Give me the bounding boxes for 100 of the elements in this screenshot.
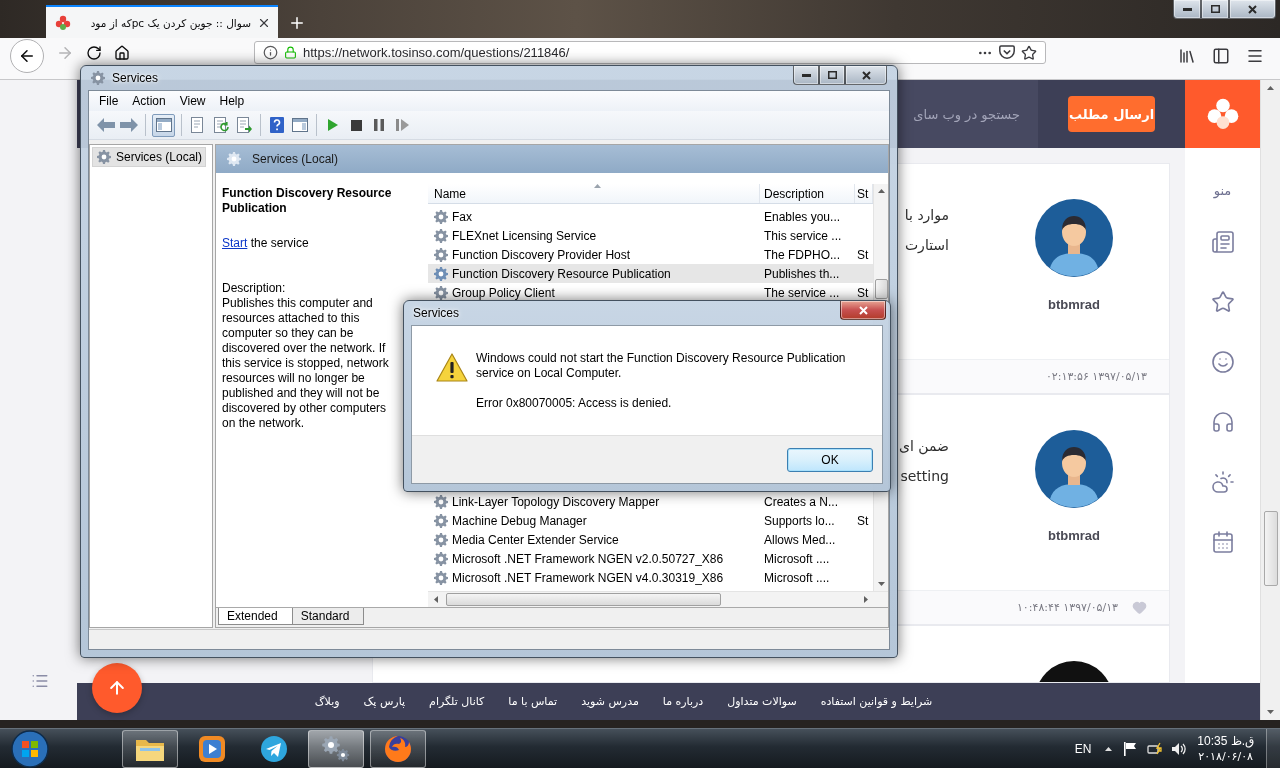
- service-row[interactable]: Microsoft .NET Framework NGEN v2.0.50727_X86 Microsoft ....: [428, 549, 873, 568]
- clock-time[interactable]: ق.ظ 10:35: [1197, 732, 1254, 749]
- lock-icon[interactable]: [284, 46, 297, 59]
- star-icon[interactable]: [1021, 44, 1037, 61]
- toggle-button[interactable]: [152, 113, 175, 137]
- chevron-shield-icon[interactable]: [999, 45, 1015, 60]
- menu-item[interactable]: View: [173, 94, 214, 108]
- service-row[interactable]: Function Discovery Resource Publication Publishes th...: [428, 264, 873, 283]
- caret-right-icon[interactable]: [864, 596, 868, 603]
- info-icon[interactable]: [263, 45, 278, 60]
- gear-icon: [433, 569, 449, 586]
- show-desktop-button[interactable]: [1266, 728, 1280, 768]
- maximize-button[interactable]: [819, 66, 845, 85]
- caret-down-icon[interactable]: [877, 582, 885, 586]
- back-button[interactable]: [10, 39, 44, 73]
- service-row[interactable]: Machine Debug Manager Supports lo... St: [428, 511, 873, 530]
- gear-icon: [96, 149, 112, 165]
- clock-date[interactable]: ۲۰۱۸/۰۶/۰۸: [1198, 748, 1253, 765]
- table-cell-text: The service ...: [763, 285, 841, 300]
- start-link[interactable]: Start: [222, 236, 248, 250]
- plus-icon[interactable]: [288, 14, 306, 32]
- author-name[interactable]: btbmrad: [1048, 297, 1100, 312]
- flag-icon[interactable]: [1124, 741, 1138, 756]
- stop-icon[interactable]: [350, 119, 362, 131]
- taskbar-button[interactable]: [122, 729, 178, 768]
- view-tab[interactable]: Extended: [218, 608, 293, 625]
- paper-plane-icon: [260, 734, 288, 763]
- service-row[interactable]: Media Center Extender Service Allows Med...: [428, 530, 873, 549]
- service-name: Fax: [452, 209, 472, 224]
- footer-link[interactable]: تماس با ما: [508, 695, 558, 708]
- address-bar[interactable]: https://network.tosinso.com/questions/211846/: [254, 41, 1046, 64]
- help-icon[interactable]: [270, 117, 284, 133]
- service-row[interactable]: Group Policy Client The service ... St: [428, 283, 873, 302]
- close-button[interactable]: [845, 66, 887, 85]
- star-icon[interactable]: [1210, 290, 1235, 314]
- windows-start-icon[interactable]: [11, 729, 49, 768]
- library-icon[interactable]: [1178, 47, 1196, 65]
- scrollbar-thumb[interactable]: [874, 279, 888, 299]
- document-icon[interactable]: [190, 117, 206, 133]
- footer-link[interactable]: کانال تلگرام: [429, 695, 485, 708]
- footer-link[interactable]: مدرس شوید: [581, 695, 639, 708]
- horizontal-scrollbar[interactable]: [428, 591, 888, 607]
- arrow-left-icon[interactable]: [97, 118, 115, 132]
- caret-up-icon[interactable]: [1105, 746, 1113, 751]
- play-icon[interactable]: [328, 119, 338, 131]
- menu-icon[interactable]: [1246, 47, 1264, 65]
- menu-item[interactable]: Help: [213, 94, 253, 108]
- browser-tab[interactable]: سوال :: جوین کردن یک pcکه از مود: [46, 5, 278, 38]
- home-icon[interactable]: [114, 44, 130, 61]
- service-row[interactable]: Fax Enables you...: [428, 207, 873, 226]
- plug-icon[interactable]: [1147, 741, 1164, 756]
- refresh-icon[interactable]: [213, 117, 229, 133]
- service-row[interactable]: Function Discovery Provider Host The FDPHO... St: [428, 245, 873, 264]
- close-button[interactable]: [840, 301, 886, 320]
- caret-down-icon[interactable]: [1267, 710, 1274, 714]
- ok-button[interactable]: OK: [787, 447, 873, 472]
- calendar-icon[interactable]: [1210, 530, 1235, 554]
- footer-link[interactable]: شرایط و قوانین استفاده: [820, 695, 933, 708]
- page-scrollbar[interactable]: [1260, 80, 1280, 720]
- menu-label[interactable]: منو: [1213, 181, 1232, 201]
- maximize-button[interactable]: [1201, 0, 1229, 19]
- panel-icon[interactable]: [292, 118, 308, 132]
- caret-left-icon[interactable]: [434, 596, 438, 603]
- footer-link[interactable]: وبلاگ: [314, 695, 340, 708]
- list-icon[interactable]: [31, 672, 49, 690]
- caret-up-icon[interactable]: [877, 189, 885, 193]
- view-tab[interactable]: Standard: [291, 608, 365, 625]
- footer-link[interactable]: پارس پک: [363, 695, 406, 708]
- headphones-icon[interactable]: [1210, 410, 1235, 434]
- sidebar-icon[interactable]: [1212, 47, 1230, 65]
- resume-icon[interactable]: [395, 119, 409, 131]
- reload-icon[interactable]: [86, 44, 102, 61]
- minimize-button[interactable]: [793, 66, 819, 85]
- scrollbar-thumb[interactable]: [1263, 511, 1278, 586]
- cloud-sun-icon[interactable]: [1210, 470, 1235, 494]
- taskbar-button[interactable]: [370, 729, 426, 768]
- footer-link[interactable]: سوالات متداول: [727, 695, 797, 708]
- caret-up-icon[interactable]: [1267, 86, 1274, 90]
- search-field[interactable]: جستجو در وب سای: [898, 80, 1038, 148]
- service-row[interactable]: FLEXnet Licensing Service This service ...: [428, 226, 873, 245]
- column-header[interactable]: Name: [428, 184, 760, 203]
- export-icon[interactable]: [236, 117, 252, 133]
- service-row[interactable]: Microsoft .NET Framework NGEN v4.0.30319_X86 Microsoft ....: [428, 568, 873, 587]
- scrollbar-thumb[interactable]: [446, 593, 721, 606]
- arrow-right-icon[interactable]: [120, 118, 138, 132]
- service-row[interactable]: Link-Layer Topology Discovery Mapper Creates a N...: [428, 492, 873, 511]
- minimize-button[interactable]: [1173, 0, 1201, 19]
- menu-item[interactable]: File: [93, 94, 127, 108]
- pause-icon[interactable]: [374, 119, 384, 131]
- speaker-icon[interactable]: [1171, 741, 1188, 756]
- smiley-icon[interactable]: [1210, 350, 1235, 374]
- column-header[interactable]: Description: [760, 184, 855, 203]
- footer-link[interactable]: درباره ما: [662, 695, 704, 708]
- close-button[interactable]: [1229, 0, 1276, 19]
- menu-item[interactable]: Action: [126, 94, 174, 108]
- tree-item[interactable]: Services (Local): [92, 147, 207, 167]
- language-indicator[interactable]: EN: [1074, 741, 1092, 756]
- author-name[interactable]: btbmrad: [1048, 528, 1100, 543]
- document-icon[interactable]: [1210, 230, 1235, 254]
- maximize-icon: [827, 71, 837, 79]
